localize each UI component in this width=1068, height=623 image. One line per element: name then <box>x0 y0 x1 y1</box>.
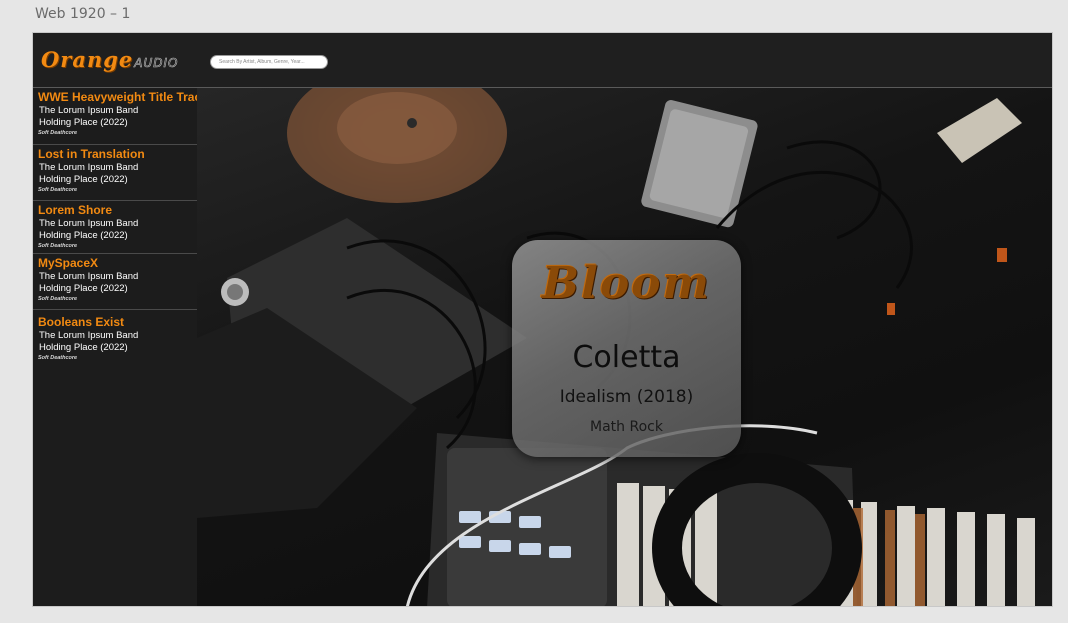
track-genre: Soft Deathcore <box>38 296 78 302</box>
logo[interactable]: Orange AUDIO <box>41 47 179 73</box>
track-genre: Soft Deathcore <box>38 243 78 249</box>
track-genre: Soft Deathcore <box>38 355 78 361</box>
app-frame: Orange AUDIO WWE Heavyweight Title Track… <box>32 32 1053 607</box>
search-input[interactable] <box>210 55 328 69</box>
track-genre: Soft Deathcore <box>38 187 78 193</box>
track-list: WWE Heavyweight Title Track The Lorum Ip… <box>33 88 208 606</box>
track-album: Holding Place (2022) <box>39 230 128 241</box>
track-title: MySpaceX <box>38 256 99 270</box>
track-item[interactable]: MySpaceX The Lorum Ipsum Band Holding Pl… <box>33 254 197 310</box>
track-album: Holding Place (2022) <box>39 342 128 353</box>
track-item[interactable]: WWE Heavyweight Title Track The Lorum Ip… <box>33 88 208 145</box>
artboard-label: Web 1920 – 1 <box>35 6 131 22</box>
top-bar: Orange AUDIO <box>33 33 1052 88</box>
track-item[interactable]: Booleans Exist The Lorum Ipsum Band Hold… <box>33 310 197 364</box>
track-band: The Lorum Ipsum Band <box>39 162 139 173</box>
track-band: The Lorum Ipsum Band <box>39 218 139 229</box>
track-genre: Soft Deathcore <box>38 130 78 136</box>
track-band: The Lorum Ipsum Band <box>39 330 139 341</box>
track-album: Holding Place (2022) <box>39 117 128 128</box>
track-title: Lorem Shore <box>38 203 113 217</box>
track-item[interactable]: Lost in Translation The Lorum Ipsum Band… <box>33 145 197 201</box>
track-band: The Lorum Ipsum Band <box>39 105 139 116</box>
track-album: Holding Place (2022) <box>39 174 128 185</box>
logo-sub-text: AUDIO <box>134 56 179 71</box>
logo-main-text: Orange <box>41 47 134 72</box>
now-playing-card[interactable]: Bloom Coletta Idealism (2018) Math Rock <box>512 240 741 457</box>
player-genre: Math Rock <box>590 419 663 435</box>
player-brand: Bloom <box>541 258 712 309</box>
track-title: WWE Heavyweight Title Track <box>38 90 208 104</box>
track-title: Lost in Translation <box>38 147 145 161</box>
track-album: Holding Place (2022) <box>39 283 128 294</box>
track-title: Booleans Exist <box>38 315 125 329</box>
track-item[interactable]: Lorem Shore The Lorum Ipsum Band Holding… <box>33 201 197 254</box>
track-band: The Lorum Ipsum Band <box>39 271 139 282</box>
player-album: Idealism (2018) <box>559 387 694 407</box>
hero-background: Bloom Coletta Idealism (2018) Math Rock <box>197 88 1052 606</box>
player-artist: Coletta <box>572 340 681 375</box>
